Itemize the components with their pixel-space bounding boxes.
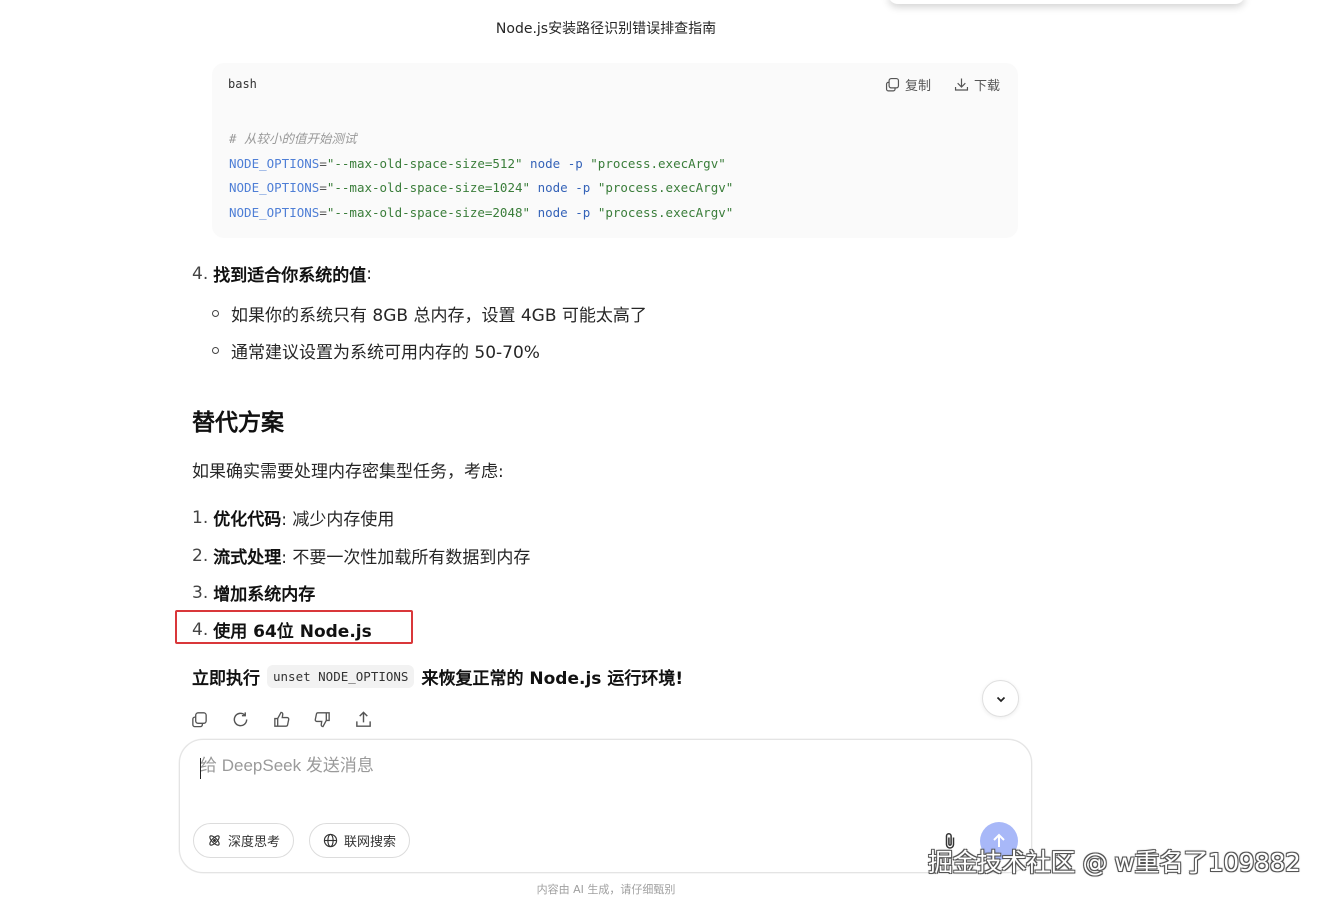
- conversation-title: Node.js安装路径识别错误排查指南: [495, 21, 717, 37]
- code-line: NODE_OPTIONS="--max-old-space-size=1024"…: [229, 180, 734, 195]
- globe-icon: [323, 833, 338, 848]
- copy-icon: [885, 77, 900, 92]
- code-comment: # 从较小的值开始测试: [229, 131, 357, 146]
- scroll-to-bottom-button[interactable]: [982, 680, 1019, 717]
- message-input[interactable]: [200, 756, 940, 776]
- like-button[interactable]: [272, 710, 291, 729]
- dislike-button[interactable]: [313, 710, 332, 729]
- list-item-bold: 找到适合你系统的值: [213, 266, 367, 286]
- deep-think-toggle[interactable]: 深度思考: [193, 823, 295, 858]
- download-label: 下载: [973, 79, 1000, 94]
- download-icon: [954, 78, 969, 91]
- share-button[interactable]: [354, 710, 373, 729]
- ai-disclaimer: 内容由 AI 生成，请仔细甄别: [536, 883, 676, 896]
- top-popover-edge: [888, 0, 1245, 4]
- download-code-button[interactable]: 下载: [953, 75, 1000, 94]
- code-content: # 从较小的值开始测试 NODE_OPTIONS="--max-old-space…: [229, 127, 733, 225]
- deep-think-label: 深度思考: [228, 835, 281, 850]
- list-item: 4. 找到适合你系统的值 :: [192, 261, 372, 287]
- text-caret: [200, 758, 201, 779]
- bullet-item: 如果你的系统只有 8GB 总内存，设置 4GB 可能太高了: [212, 301, 647, 326]
- copy-label: 复制: [904, 79, 931, 94]
- web-search-label: 联网搜索: [344, 835, 397, 850]
- refresh-icon: [233, 712, 248, 727]
- message-composer: 深度思考 联网搜索: [179, 739, 1032, 873]
- bullet-dot: [212, 310, 219, 317]
- thumbs-down-icon: [314, 712, 330, 728]
- bullet-item: 通常建议设置为系统可用内存的 50-70%: [212, 338, 540, 363]
- watermark: 掘金技术社区 @ w重名了109882: [928, 848, 1301, 877]
- section-heading: 替代方案: [192, 410, 284, 436]
- inline-code: unset NODE_OPTIONS: [267, 665, 415, 688]
- regenerate-button[interactable]: [231, 710, 250, 729]
- atom-icon: [209, 835, 220, 846]
- copy-message-button[interactable]: [190, 710, 209, 729]
- list-item: 1. 优化代码 : 减少内存使用: [192, 507, 395, 531]
- bullet-dot: [212, 347, 219, 354]
- web-search-toggle[interactable]: 联网搜索: [309, 823, 411, 858]
- list-item: 2. 流式处理 : 不要一次性加载所有数据到内存: [192, 545, 531, 569]
- copy-code-button[interactable]: 复制: [884, 75, 931, 94]
- chevron-down-icon: [996, 696, 1005, 702]
- share-icon: [356, 711, 371, 727]
- list-item: 3. 增加系统内存: [192, 582, 316, 606]
- message-actions: [190, 710, 373, 729]
- annotation-highlight-box: [175, 610, 413, 644]
- code-block: bash 复制 下载 # 从较小的值开始测试 NODE_OPTIONS="--ma…: [212, 63, 1018, 238]
- code-line: NODE_OPTIONS="--max-old-space-size=2048"…: [229, 204, 734, 220]
- code-language: bash: [228, 77, 257, 91]
- section-intro: 如果确实需要处理内存密集型任务，考虑:: [192, 462, 504, 482]
- code-line: NODE_OPTIONS="--max-old-space-size=512" …: [229, 155, 726, 171]
- thumbs-up-icon: [274, 711, 290, 727]
- final-instruction: 立即执行 unset NODE_OPTIONS 来恢复正常的 Node.js 运…: [192, 664, 683, 689]
- copy-icon: [192, 712, 207, 728]
